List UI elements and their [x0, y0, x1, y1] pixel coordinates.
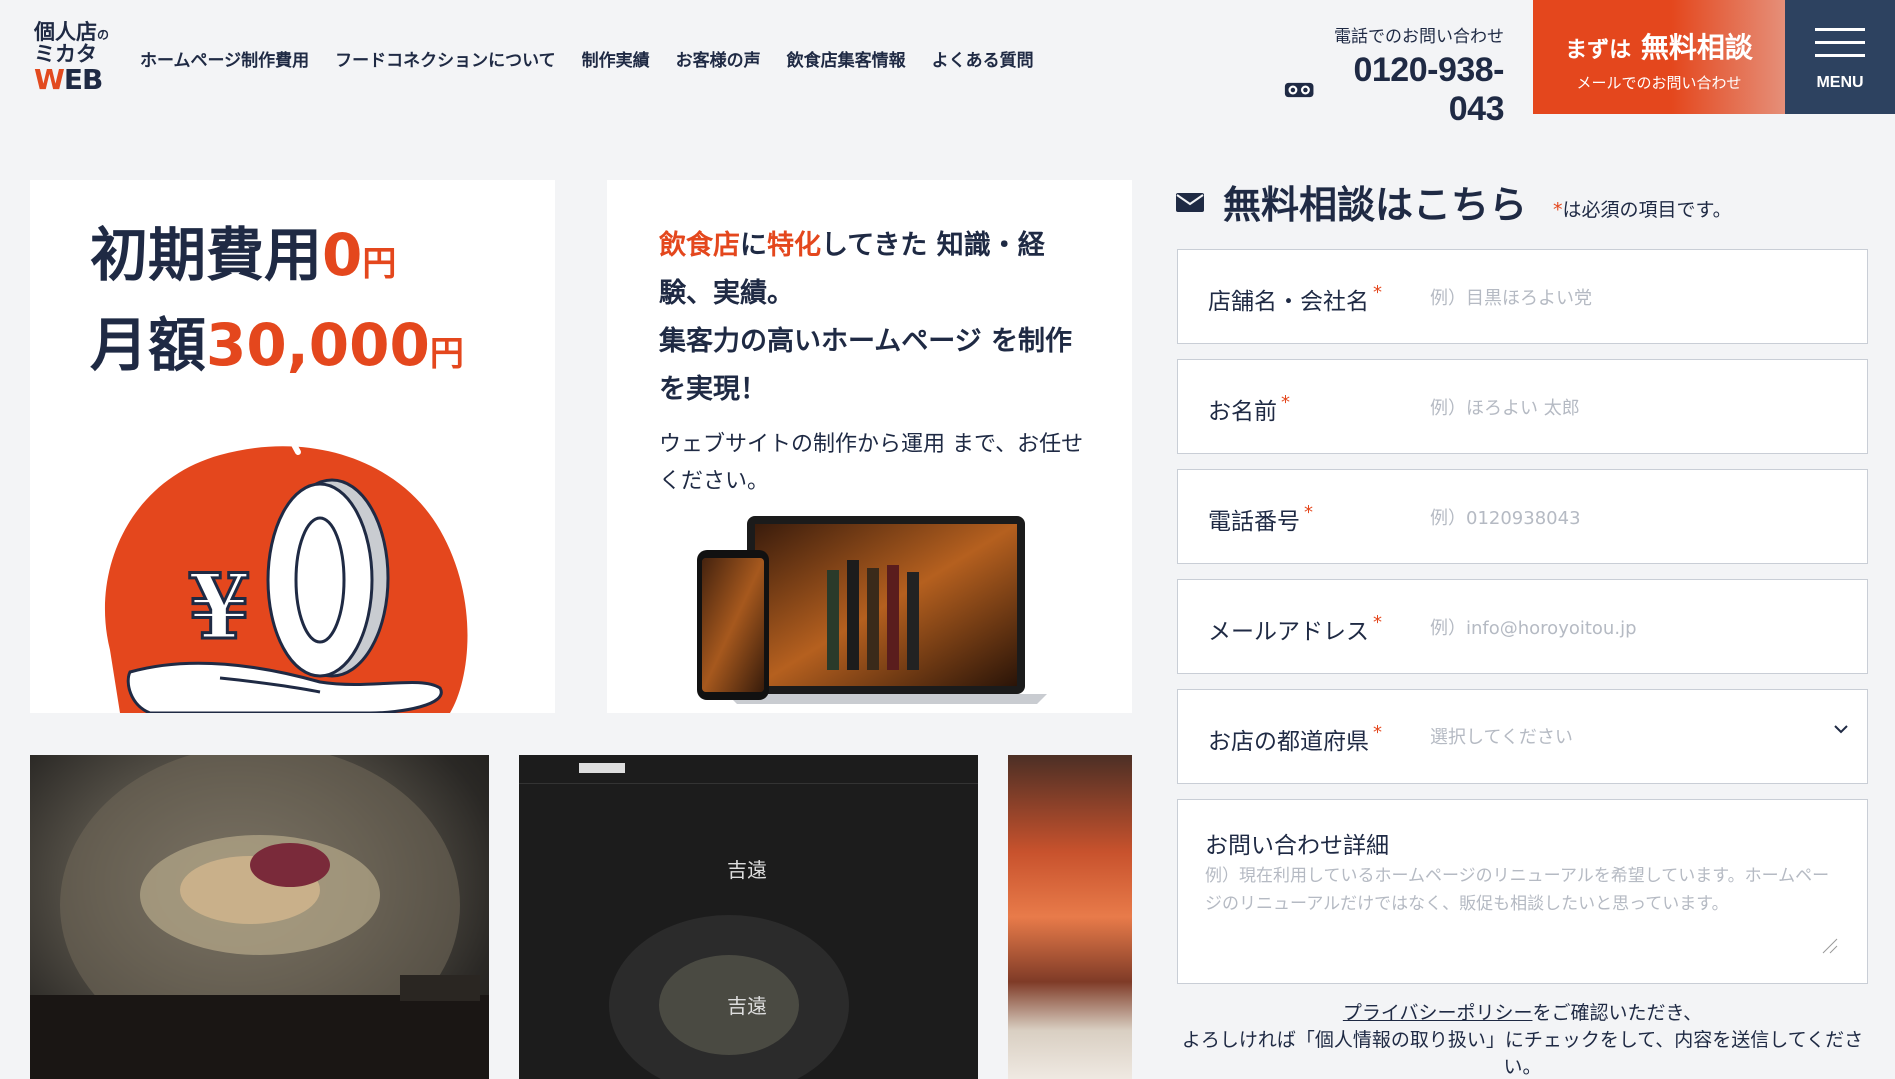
field-email: メールアドレス *: [1177, 579, 1868, 674]
works-thumbnail-3[interactable]: [1008, 755, 1132, 1079]
prefecture-select[interactable]: 選択してください: [1430, 710, 1830, 766]
monthly-cost-text: 月額30,000円: [90, 311, 464, 379]
phone-freedial-icon: [1284, 82, 1314, 98]
site-logo[interactable]: 個人店の ミカタ WEB: [34, 22, 116, 94]
field-name: お名前 *: [1177, 359, 1868, 454]
name-input[interactable]: [1430, 380, 1830, 436]
field-prefecture: お店の都道府県 * 選択してください: [1177, 689, 1868, 784]
resize-handle-icon[interactable]: [1821, 937, 1839, 955]
details-textarea[interactable]: [1205, 862, 1845, 962]
privacy-policy-link[interactable]: プライバシーポリシー: [1343, 1002, 1533, 1024]
specialty-heading: 飲食店に特化してきた 知識・経験、実績。 集客力の高いホームページ を制作を実現…: [659, 230, 1073, 405]
devices-mockup-image: [697, 516, 1047, 704]
tel-contact[interactable]: 電話でのお問い合わせ 0120-938-043: [1284, 22, 1504, 129]
phone-input[interactable]: [1430, 490, 1830, 546]
form-heading: 無料相談はこちら *は必須の項目です。: [1175, 174, 1732, 229]
zero-yen-illustration: ¥: [104, 425, 468, 713]
svg-text:吉遠: 吉遠: [727, 994, 767, 1018]
svg-text:¥: ¥: [188, 554, 251, 660]
specialty-description: ウェブサイトの制作から運用 まで、お任せください。: [659, 432, 1084, 494]
pricing-card[interactable]: 初期費用0円 月額30,000円 ¥: [30, 180, 555, 713]
nav-item-about[interactable]: フードコネクションについて: [335, 46, 556, 71]
nav-item-cost[interactable]: ホームページ制作費用: [140, 46, 309, 71]
menu-icon: [1815, 28, 1865, 67]
required-note: *は必須の項目です。: [1553, 199, 1732, 221]
svg-text:吉遠: 吉遠: [727, 858, 767, 882]
works-thumbnail-2-image: 吉遠 吉遠: [519, 763, 978, 1079]
specialty-card[interactable]: 飲食店に特化してきた 知識・経験、実績。 集客力の高いホームページ を制作を実現…: [607, 180, 1132, 713]
nav-item-info[interactable]: 飲食店集客情報: [787, 46, 906, 71]
menu-button[interactable]: MENU: [1785, 0, 1895, 114]
tel-number[interactable]: 0120-938-043: [1320, 51, 1504, 129]
global-nav: ホームページ制作費用 フードコネクションについて 制作実績 お客様の声 飲食店集…: [140, 46, 1034, 71]
free-consult-button[interactable]: まずは 無料相談 メールでのお問い合わせ: [1533, 0, 1785, 114]
shop-name-input[interactable]: [1430, 270, 1830, 326]
field-details: お問い合わせ詳細: [1177, 799, 1868, 984]
chevron-down-icon: [1834, 725, 1848, 734]
nav-item-works[interactable]: 制作実績: [582, 46, 650, 71]
field-phone: 電話番号 *: [1177, 469, 1868, 564]
nav-item-faq[interactable]: よくある質問: [932, 46, 1034, 71]
privacy-notice: プライバシーポリシーをご確認いただき、 よろしければ「個人情報の取り扱い」にチェ…: [1181, 1002, 1864, 1078]
tel-label: 電話でのお問い合わせ: [1334, 27, 1504, 47]
works-thumbnail-1[interactable]: [30, 755, 489, 1079]
site-header: 個人店の ミカタ WEB ホームページ制作費用 フードコネクションについて 制作…: [0, 0, 1895, 128]
field-shop-name: 店舗名・会社名 *: [1177, 249, 1868, 344]
form-title: 無料相談はこちら: [1223, 183, 1528, 227]
works-thumbnail-2[interactable]: 吉遠 吉遠: [519, 755, 978, 1079]
initial-cost-text: 初期費用0円: [90, 221, 397, 289]
mail-icon: [1176, 192, 1204, 212]
email-input[interactable]: [1430, 600, 1830, 656]
nav-item-voice[interactable]: お客様の声: [676, 46, 761, 71]
works-thumbnail-1-image: [30, 755, 489, 1079]
